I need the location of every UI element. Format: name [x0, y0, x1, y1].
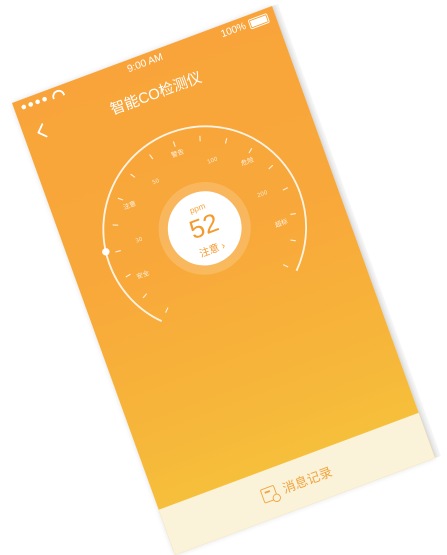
co-gauge: 安全 注意 警告 危险 超标 30 50 100 200 ppm 52 注意 ›	[63, 85, 346, 371]
message-record-button[interactable]: 消息记录	[158, 412, 436, 555]
gauge-scale-label: 危险	[240, 154, 256, 167]
gauge-tick	[142, 293, 148, 299]
gauge-tick	[165, 307, 169, 313]
gauge-scale-number: 100	[207, 156, 219, 166]
gauge-scale-number: 30	[135, 236, 144, 244]
gauge-scale-number: 50	[152, 178, 161, 186]
gauge-scale-number: 200	[257, 190, 269, 200]
record-icon	[259, 484, 279, 504]
gauge-tick	[290, 213, 296, 216]
gauge-scale-label: 安全	[135, 268, 151, 281]
gauge-scale-label: 警告	[170, 146, 186, 159]
gauge-tick	[248, 147, 253, 154]
gauge-tick	[115, 250, 121, 253]
gauge-tick	[130, 173, 136, 178]
gauge-scale-label: 超标	[274, 216, 290, 229]
gauge-tick	[112, 224, 119, 226]
gauge-tick	[268, 164, 274, 170]
gauge-tick	[290, 239, 296, 242]
gauge-tick	[172, 141, 176, 147]
gauge-tick	[282, 187, 289, 191]
gauge-scale-label: 注意	[122, 198, 138, 211]
gauge-tick	[125, 273, 131, 278]
message-record-label: 消息记录	[280, 464, 335, 497]
gauge-tick	[149, 154, 154, 160]
gauge-tick	[117, 197, 124, 201]
gauge-tick	[224, 137, 228, 144]
gauge-tick	[282, 264, 289, 268]
gauge-tick	[199, 135, 201, 142]
stage: 9:00 AM 100% 智能CO检测仪 安全 注意 警告 危险 超标 30 50 100 20…	[0, 0, 447, 555]
gauge-indicator	[102, 248, 110, 256]
